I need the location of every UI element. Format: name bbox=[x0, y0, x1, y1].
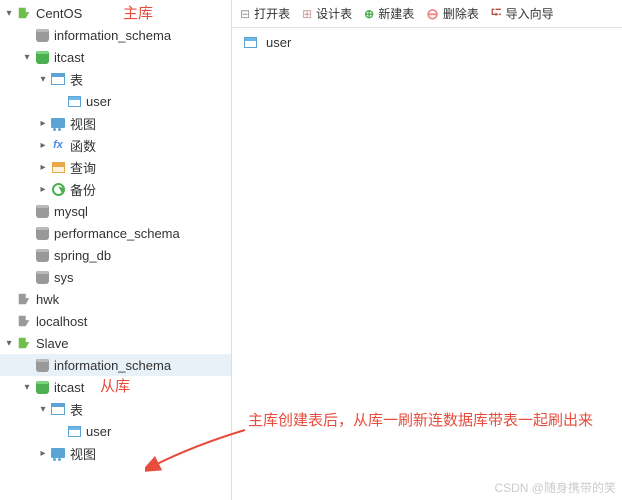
tree-label: 表 bbox=[70, 70, 83, 89]
conn-centos[interactable]: ▾ CentOS bbox=[0, 2, 231, 24]
tree-label: spring_db bbox=[54, 248, 111, 263]
tree-label: 表 bbox=[70, 400, 83, 419]
toolbar-label: 删除表 bbox=[443, 5, 479, 22]
tables-icon bbox=[50, 71, 66, 87]
toolbar-label: 设计表 bbox=[316, 5, 352, 22]
item-label: user bbox=[266, 35, 291, 50]
main-panel: ⊟ 打开表 ⊞ 设计表 ⊕ 新建表 ⊖ 删除表 ⮓ 导入向导 bbox=[232, 0, 622, 500]
tree-label: user bbox=[86, 94, 111, 109]
tree-label: performance_schema bbox=[54, 226, 180, 241]
expand-icon: ▸ bbox=[36, 118, 50, 129]
tree-label: 备份 bbox=[70, 180, 96, 199]
conn-localhost[interactable]: localhost bbox=[0, 310, 231, 332]
content-area: user bbox=[232, 28, 622, 500]
collapse-icon: ▾ bbox=[2, 8, 16, 19]
collapse-icon: ▾ bbox=[2, 338, 16, 349]
table-icon bbox=[242, 34, 258, 50]
design-table-button[interactable]: ⊞ 设计表 bbox=[302, 5, 352, 22]
tree-label: itcast bbox=[54, 50, 84, 65]
toolbar: ⊟ 打开表 ⊞ 设计表 ⊕ 新建表 ⊖ 删除表 ⮓ 导入向导 bbox=[232, 0, 622, 28]
tables-group-2[interactable]: ▾ 表 bbox=[0, 398, 231, 420]
db-information-schema-2[interactable]: information_schema bbox=[0, 354, 231, 376]
content-table-user[interactable]: user bbox=[242, 34, 612, 50]
conn-hwk[interactable]: hwk bbox=[0, 288, 231, 310]
open-table-button[interactable]: ⊟ 打开表 bbox=[240, 5, 290, 22]
collapse-icon: ▾ bbox=[36, 74, 50, 85]
backup-group[interactable]: ▸ 备份 bbox=[0, 178, 231, 200]
toolbar-label: 新建表 bbox=[378, 5, 414, 22]
database-icon bbox=[34, 357, 50, 373]
tree-label: information_schema bbox=[54, 358, 171, 373]
db-mysql[interactable]: mysql bbox=[0, 200, 231, 222]
tree-label: Slave bbox=[36, 336, 69, 351]
collapse-icon: ▾ bbox=[36, 404, 50, 415]
view-icon bbox=[50, 115, 66, 131]
connection-icon bbox=[16, 5, 32, 21]
import-button[interactable]: ⮓ 导入向导 bbox=[491, 2, 554, 26]
tree-label: 函数 bbox=[70, 136, 96, 155]
connection-tree: ▾ CentOS information_schema ▾ itcast ▾ 表… bbox=[0, 0, 232, 500]
database-icon bbox=[34, 49, 50, 65]
database-icon bbox=[34, 269, 50, 285]
plus-icon: ⊕ bbox=[364, 7, 374, 21]
tables-group[interactable]: ▾ 表 bbox=[0, 68, 231, 90]
db-itcast[interactable]: ▾ itcast bbox=[0, 46, 231, 68]
open-icon: ⊟ bbox=[240, 7, 250, 21]
expand-icon: ▸ bbox=[36, 184, 50, 195]
db-spring-db[interactable]: spring_db bbox=[0, 244, 231, 266]
view-icon bbox=[50, 445, 66, 461]
functions-group[interactable]: ▸ fx 函数 bbox=[0, 134, 231, 156]
views-group-2[interactable]: ▸ 视图 bbox=[0, 442, 231, 464]
tree-label: hwk bbox=[36, 292, 59, 307]
tree-label: itcast bbox=[54, 380, 84, 395]
db-itcast-2[interactable]: ▾ itcast bbox=[0, 376, 231, 398]
tree-label: 视图 bbox=[70, 114, 96, 133]
import-icon: ⮓ bbox=[491, 2, 502, 26]
table-icon bbox=[66, 423, 82, 439]
tree-label: 视图 bbox=[70, 444, 96, 463]
delete-table-button[interactable]: ⊖ 删除表 bbox=[426, 5, 479, 23]
db-performance-schema[interactable]: performance_schema bbox=[0, 222, 231, 244]
expand-icon: ▸ bbox=[36, 162, 50, 173]
table-user-2[interactable]: user bbox=[0, 420, 231, 442]
connection-icon bbox=[16, 335, 32, 351]
database-icon bbox=[34, 379, 50, 395]
conn-slave[interactable]: ▾ Slave bbox=[0, 332, 231, 354]
watermark: CSDN @随身携带的笑 bbox=[494, 479, 616, 496]
collapse-icon: ▾ bbox=[20, 382, 34, 393]
connection-icon bbox=[16, 291, 32, 307]
tree-label: mysql bbox=[54, 204, 88, 219]
database-icon bbox=[34, 225, 50, 241]
tree-label: information_schema bbox=[54, 28, 171, 43]
db-sys[interactable]: sys bbox=[0, 266, 231, 288]
toolbar-label: 打开表 bbox=[254, 5, 290, 22]
table-user[interactable]: user bbox=[0, 90, 231, 112]
expand-icon: ▸ bbox=[36, 448, 50, 459]
tree-label: localhost bbox=[36, 314, 87, 329]
collapse-icon: ▾ bbox=[20, 52, 34, 63]
tree-label: user bbox=[86, 424, 111, 439]
table-icon bbox=[66, 93, 82, 109]
create-table-button[interactable]: ⊕ 新建表 bbox=[364, 5, 414, 22]
database-icon bbox=[34, 203, 50, 219]
design-icon: ⊞ bbox=[302, 7, 312, 21]
database-icon bbox=[34, 247, 50, 263]
expand-icon: ▸ bbox=[36, 140, 50, 151]
queries-group[interactable]: ▸ 查询 bbox=[0, 156, 231, 178]
database-icon bbox=[34, 27, 50, 43]
minus-icon: ⊖ bbox=[426, 5, 439, 23]
query-icon bbox=[50, 159, 66, 175]
tables-icon bbox=[50, 401, 66, 417]
db-information-schema[interactable]: information_schema bbox=[0, 24, 231, 46]
tree-label: CentOS bbox=[36, 6, 82, 21]
backup-icon bbox=[50, 181, 66, 197]
tree-label: 查询 bbox=[70, 158, 96, 177]
tree-label: sys bbox=[54, 270, 74, 285]
toolbar-label: 导入向导 bbox=[506, 5, 554, 22]
function-icon: fx bbox=[50, 137, 66, 153]
connection-icon bbox=[16, 313, 32, 329]
views-group[interactable]: ▸ 视图 bbox=[0, 112, 231, 134]
